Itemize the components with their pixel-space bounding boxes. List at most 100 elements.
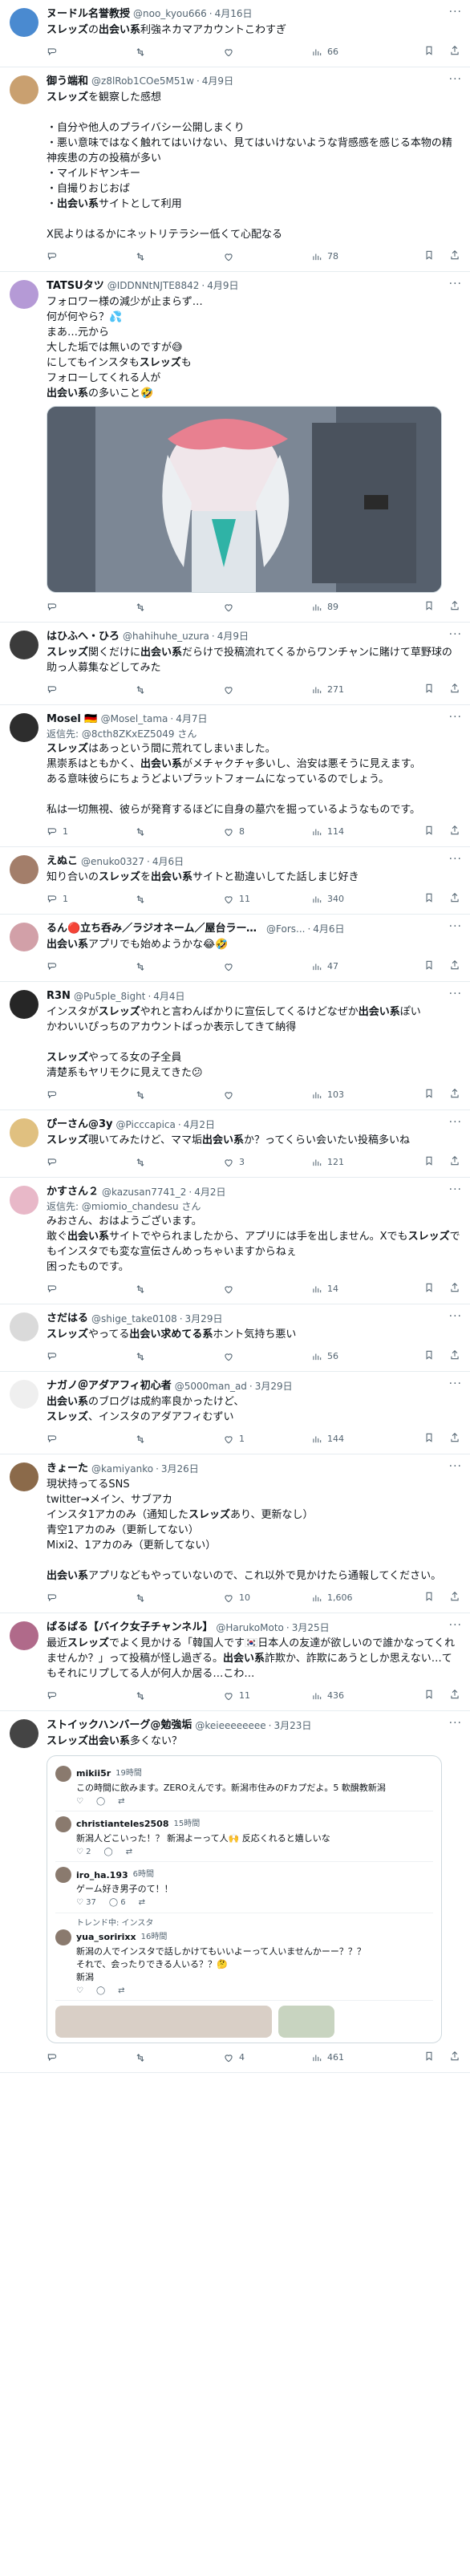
like-button[interactable]: 4 [223, 2051, 311, 2064]
avatar[interactable] [10, 1621, 38, 1651]
bookmark-button[interactable] [423, 1591, 435, 1606]
tweet-date[interactable]: 3月29日 [255, 1380, 293, 1393]
bookmark-button[interactable] [423, 683, 435, 698]
share-button[interactable] [449, 600, 460, 615]
views-button[interactable]: 66 [311, 46, 399, 59]
like-button[interactable]: 3 [223, 1156, 311, 1169]
reply-button[interactable] [47, 684, 135, 696]
more-options-icon[interactable]: ··· [449, 852, 462, 868]
user-handle[interactable]: @noo_kyou666 [133, 7, 207, 21]
share-button[interactable] [449, 2051, 460, 2066]
reply-button[interactable] [47, 1157, 135, 1168]
retweet-button[interactable] [135, 961, 223, 972]
user-handle[interactable]: @HarukoMoto [216, 1621, 284, 1635]
share-button[interactable] [449, 1689, 460, 1704]
retweet-button[interactable] [135, 2052, 223, 2063]
reply-button[interactable] [47, 2052, 135, 2063]
tweet-image[interactable] [47, 406, 442, 593]
retweet-button[interactable] [135, 684, 223, 696]
retweet-button[interactable] [135, 251, 223, 262]
more-options-icon[interactable]: ··· [449, 72, 462, 88]
retweet-button[interactable] [135, 1690, 223, 1702]
user-handle[interactable]: @Picccapica [116, 1118, 176, 1132]
retweet-button[interactable] [135, 1089, 223, 1101]
avatar[interactable] [10, 280, 38, 309]
display-name[interactable]: はひふへ・ひろ [47, 630, 120, 644]
user-handle[interactable]: @Mosel_tama [101, 712, 168, 726]
views-button[interactable]: 271 [311, 684, 399, 696]
avatar[interactable] [10, 1186, 38, 1215]
share-button[interactable] [449, 1088, 460, 1103]
tweet[interactable]: えぬこ @enuko0327 · 4月6日 ··· 知り合いのスレッズを出会い系サイトと勘… [0, 847, 470, 915]
like-button[interactable]: 10 [223, 1592, 311, 1604]
retweet-button[interactable] [135, 826, 223, 838]
reply-button[interactable]: 1 [47, 893, 135, 906]
display-name[interactable]: ぱるぱる【バイク女子チャンネル】 [47, 1621, 213, 1635]
reply-button[interactable] [47, 1284, 135, 1295]
more-options-icon[interactable]: ··· [449, 1309, 462, 1325]
views-button[interactable]: 1,606 [311, 1592, 399, 1604]
like-button[interactable]: 8 [223, 826, 311, 838]
tweet-date[interactable]: 4月2日 [194, 1186, 225, 1199]
tweet[interactable]: ぴーさん@3y @Picccapica · 4月2日 ··· スレッズ覗いてみたけど、ママ… [0, 1110, 470, 1178]
views-button[interactable]: 47 [311, 960, 399, 973]
views-button[interactable]: 121 [311, 1156, 399, 1169]
like-button[interactable] [223, 1284, 311, 1295]
display-name[interactable]: ナガノ＠アダアフィ初心者 [47, 1379, 172, 1393]
tweet[interactable]: るん🔴立ち呑み／ラジオネーム／屋台ラーメン／南...@Fors...·4月6日·… [0, 915, 470, 983]
user-handle[interactable]: @hahihuhe_uzura [123, 630, 209, 643]
like-button[interactable]: 1 [223, 1433, 311, 1446]
avatar[interactable] [10, 1118, 38, 1148]
user-handle[interactable]: @5000man_ad [175, 1380, 247, 1393]
tweet[interactable]: さだはる @shige_take0108 · 3月29日 ··· スレッズやってる出会い求… [0, 1304, 470, 1373]
retweet-button[interactable] [135, 1351, 223, 1362]
display-name[interactable]: Mosel 🇩🇪 [47, 712, 98, 727]
more-options-icon[interactable]: ··· [449, 627, 462, 643]
display-name[interactable]: きょーた [47, 1462, 88, 1476]
share-button[interactable] [449, 892, 460, 907]
more-options-icon[interactable]: ··· [449, 710, 462, 726]
share-button[interactable] [449, 683, 460, 698]
more-options-icon[interactable]: ··· [449, 919, 462, 935]
bookmark-button[interactable] [423, 959, 435, 975]
reply-button[interactable] [47, 1351, 135, 1362]
bookmark-button[interactable] [423, 1088, 435, 1103]
tweet-date[interactable]: 4月9日 [207, 279, 238, 293]
tweet-date[interactable]: 4月6日 [152, 855, 184, 869]
more-options-icon[interactable]: ··· [449, 1459, 462, 1475]
tweet-date[interactable]: 4月7日 [176, 712, 207, 726]
tweet[interactable]: ストイックハンバーグ@勉強垢 @keieeeeeeee · 3月23日 ··· スレッズ出… [0, 1711, 470, 2073]
tweet[interactable]: R3N @Pu5ple_8ight · 4月4日 ··· インスタがスレッズやれと言わんば… [0, 982, 470, 1111]
like-button[interactable]: 11 [223, 893, 311, 906]
views-button[interactable]: 103 [311, 1089, 399, 1101]
bookmark-button[interactable] [423, 1432, 435, 1447]
bookmark-button[interactable] [423, 1282, 435, 1297]
views-button[interactable]: 56 [311, 1350, 399, 1363]
like-button[interactable] [223, 1089, 311, 1101]
bookmark-button[interactable] [423, 45, 435, 60]
share-button[interactable] [449, 1432, 460, 1447]
user-handle[interactable]: @kamiyanko [91, 1462, 153, 1476]
retweet-button[interactable] [135, 894, 223, 905]
like-button[interactable] [223, 684, 311, 696]
views-button[interactable]: 78 [311, 250, 399, 263]
tweet-date[interactable]: 3月25日 [292, 1621, 330, 1635]
tweet-date[interactable]: 4月6日 [313, 923, 344, 936]
avatar[interactable] [10, 923, 38, 952]
avatar[interactable] [10, 75, 38, 104]
user-handle[interactable]: @keieeeeeeee [195, 1719, 265, 1733]
views-button[interactable]: 144 [311, 1433, 399, 1446]
tweet-date[interactable]: 4月4日 [153, 990, 184, 1004]
user-handle[interactable]: @Pu5ple_8ight [74, 990, 146, 1004]
like-button[interactable] [223, 251, 311, 262]
share-button[interactable] [449, 1155, 460, 1170]
bookmark-button[interactable] [423, 892, 435, 907]
avatar[interactable] [10, 631, 38, 659]
user-handle[interactable]: @z8lRob1COe5M51w [91, 75, 194, 88]
display-name[interactable]: ぴーさん@3y [47, 1118, 113, 1132]
tweet-date[interactable]: 4月16日 [215, 7, 253, 21]
bookmark-button[interactable] [423, 2051, 435, 2066]
bookmark-button[interactable] [423, 600, 435, 615]
tweet[interactable]: きょーた @kamiyanko · 3月26日 ··· 現状持ってるSNS twitter… [0, 1454, 470, 1614]
avatar[interactable] [10, 1380, 38, 1410]
